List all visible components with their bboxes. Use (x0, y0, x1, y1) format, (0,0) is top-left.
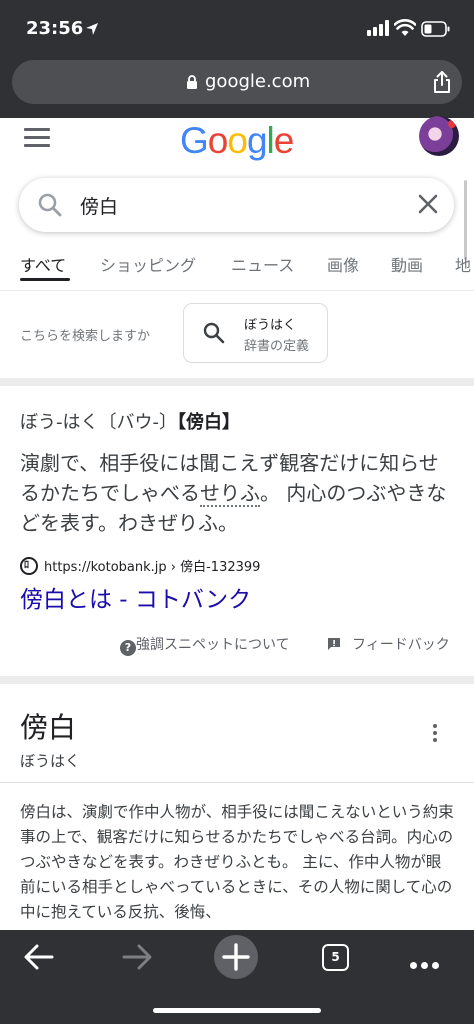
snippet-heading: ぼう‐はく〔バウ‐〕【傍白】 (20, 408, 240, 434)
tab-news[interactable]: ニュース (231, 252, 294, 276)
featured-snippet: ぼう‐はく〔バウ‐〕【傍白】 演劇で、相手役には聞こえず観客だけに知らせるかたち… (0, 386, 474, 676)
lock-icon (187, 75, 197, 89)
logo-letter: l (266, 120, 275, 161)
section-gap (0, 676, 474, 684)
home-indicator[interactable] (153, 1008, 321, 1013)
snippet-reading: ぼう‐はく〔バウ‐〕 (20, 412, 177, 433)
active-tab-indicator (20, 278, 70, 281)
browser-toolbar: 5 (0, 930, 474, 1024)
result-link[interactable]: 傍白とは - コトバンク (20, 580, 251, 614)
knowledge-panel: 傍白 ぼうはく 傍白は、演劇で作中人物が、相手役には聞こえないという約束事の上で… (0, 684, 474, 944)
chip-title: ぼうはく (244, 318, 297, 333)
tab-maps[interactable]: 地 (455, 252, 471, 276)
about-snippets-button[interactable]: ? 強調スニペットについて (120, 634, 290, 656)
tab-videos[interactable]: 動画 (391, 252, 423, 276)
chip-subtitle: 辞書の定義 (244, 339, 310, 354)
source-url[interactable]: https://kotobank.jp › 傍白-132399 (44, 560, 260, 575)
tab-shopping[interactable]: ショッピング (100, 252, 196, 276)
snippet-term-link[interactable]: せりふ (200, 481, 260, 507)
more-options-icon[interactable] (433, 724, 439, 745)
logo-letter: e (273, 120, 295, 161)
search-box[interactable]: 傍白 (19, 178, 454, 232)
new-tab-button[interactable] (214, 935, 258, 979)
tab-images[interactable]: 画像 (327, 252, 359, 276)
browser-page: 23:56 google.com Google 傍白 すべて ショッピング ニュ… (0, 0, 474, 1024)
back-arrow-icon[interactable] (22, 942, 56, 972)
kp-description: 傍白は、演劇で作中人物が、相手役には聞こえないという約束事の上で、観客だけに知ら… (20, 803, 454, 921)
feedback-icon (328, 638, 340, 650)
logo-letter: o (207, 120, 229, 161)
kotobank-favicon-icon (20, 556, 38, 575)
section-gap (0, 378, 474, 386)
google-logo[interactable]: Google (180, 120, 295, 162)
logo-letter: g (246, 120, 268, 161)
more-menu-icon[interactable] (410, 954, 443, 973)
help-icon: ? (120, 640, 136, 656)
snippet-source[interactable]: https://kotobank.jp › 傍白-132399 (20, 556, 260, 575)
share-icon[interactable] (432, 70, 452, 94)
plus-icon (222, 943, 250, 971)
suggestion-label: こちらを検索しますか (20, 329, 151, 344)
address-bar[interactable]: google.com (12, 60, 462, 104)
battery-icon (421, 21, 450, 37)
snippet-headword: 【傍白】 (177, 412, 240, 433)
cellular-signal-icon (367, 20, 389, 36)
dictionary-suggestion-chip[interactable]: ぼうはく 辞書の定義 (183, 303, 328, 363)
feedback-label: フィードバック (352, 637, 450, 653)
tab-all[interactable]: すべて (20, 252, 66, 276)
did-you-mean-section: こちらを検索しますか ぼうはく 辞書の定義 (0, 291, 474, 377)
address-url[interactable]: google.com (205, 71, 310, 92)
kp-title: 傍白 (20, 711, 77, 744)
divider (0, 782, 474, 783)
forward-arrow-icon[interactable] (120, 942, 154, 972)
search-icon (203, 322, 225, 344)
logo-letter: o (227, 120, 248, 161)
status-time: 23:56 (26, 18, 84, 39)
about-snippets-label: 強調スニペットについて (136, 637, 290, 653)
search-query[interactable]: 傍白 (80, 192, 118, 219)
status-bar: 23:56 (0, 0, 474, 58)
snippet-body: 演劇で、相手役には聞こえず観客だけに知らせるかたちでしゃべるせりふ。 内心のつぶ… (20, 448, 452, 538)
search-icon[interactable] (37, 192, 63, 218)
clear-icon[interactable] (417, 193, 439, 215)
search-tabs: すべて ショッピング ニュース 画像 動画 地 (0, 244, 474, 290)
hamburger-menu-icon[interactable] (24, 128, 50, 148)
logo-letter: G (180, 120, 209, 161)
kp-reading: ぼうはく (20, 752, 81, 770)
feedback-button[interactable]: フィードバック (326, 634, 450, 654)
wifi-icon (394, 19, 416, 36)
account-avatar[interactable] (419, 116, 459, 156)
location-arrow-icon (86, 23, 98, 35)
tab-switcher-button[interactable]: 5 (322, 944, 349, 971)
browser-top-chrome: 23:56 google.com (0, 0, 474, 118)
